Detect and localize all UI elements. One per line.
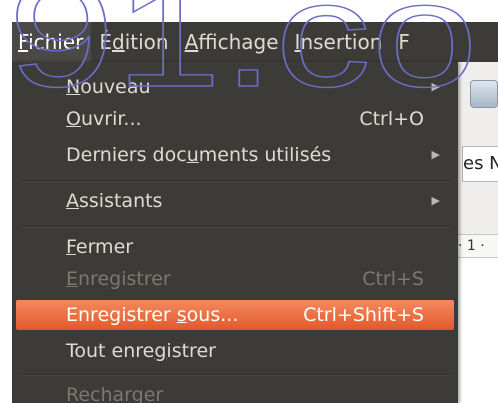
menu-item-tout-enregistrer-label: Tout enregistrer <box>66 336 216 366</box>
paragraph-style-combo[interactable]: es N <box>462 146 498 182</box>
menu-item-enregistrer-sous[interactable]: Enregistrer sous... Ctrl+Shift+S <box>16 300 454 330</box>
menu-item-enregistrer-sous-mnemonic: s <box>176 304 187 326</box>
menu-item-fermer-rest: ermer <box>75 236 134 258</box>
menu-fichier-label: ichier <box>28 30 84 54</box>
menu-item-enregistrer-sous-rest: ous... <box>186 304 239 326</box>
menu-item-enregistrer-accel: Ctrl+S <box>362 268 424 290</box>
menu-item-assistants-label: Assistants <box>66 186 162 216</box>
menu-item-nouveau-mnemonic: N <box>66 76 81 98</box>
menu-format-mnemonic: F <box>398 30 410 54</box>
menu-item-recharger-label: Recharger <box>66 380 163 403</box>
menu-item-assistants-rest: ssistants <box>79 190 163 212</box>
menu-item-enregistrer: Enregistrer Ctrl+S <box>16 264 454 294</box>
menu-edition-mnemonic: d <box>112 30 125 54</box>
menu-item-ouvrir-accel: Ctrl+O <box>359 108 424 130</box>
menu-bar: Fichier Édition Affichage Insertion F <box>12 22 498 62</box>
submenu-arrow-icon: ▶ <box>431 80 440 93</box>
document-page[interactable] <box>458 258 498 403</box>
menu-item-tout-enregistrer-rest: istrer <box>166 340 216 362</box>
menu-item-tout-enregistrer[interactable]: Tout enregistrer <box>16 336 454 366</box>
file-menu-dropdown: Nouveau ▶ Ouvrir... Ctrl+O Derniers docu… <box>12 62 458 403</box>
menu-separator <box>22 180 450 182</box>
menu-item-derniers-documents-mnemonic: u <box>186 144 199 166</box>
menu-item-nouveau[interactable]: Nouveau ▶ <box>16 72 454 102</box>
menu-fichier[interactable]: Fichier <box>12 22 92 62</box>
menu-item-derniers-documents-label: Derniers documents utilisés <box>66 140 331 170</box>
menu-item-fermer[interactable]: Fermer <box>16 232 454 262</box>
menu-fichier-mnemonic: F <box>18 30 29 54</box>
menu-item-assistants-mnemonic: A <box>66 190 79 212</box>
menu-item-nouveau-label: Nouveau <box>66 72 151 102</box>
menu-insertion-label: nsertion <box>300 30 383 54</box>
menu-item-ouvrir-label: Ouvrir... <box>66 104 142 134</box>
menu-separator <box>22 226 450 228</box>
submenu-arrow-icon: ▶ <box>431 194 440 207</box>
menu-item-fermer-mnemonic: F <box>66 236 76 258</box>
menu-item-enregistrer-sous-label: Enregistrer sous... <box>66 300 238 330</box>
menu-item-nouveau-rest: ouveau <box>80 76 151 98</box>
menu-item-enregistrer-rest: nregistrer <box>78 268 171 290</box>
menu-insertion[interactable]: Insertion <box>287 22 391 62</box>
menu-item-enregistrer-sous-accel: Ctrl+Shift+S <box>303 304 424 326</box>
menu-item-enregistrer-mnemonic: E <box>66 268 79 290</box>
menu-edition-prefix: É <box>99 30 113 54</box>
menu-format[interactable]: F <box>390 22 418 62</box>
menu-item-ouvrir[interactable]: Ouvrir... Ctrl+O <box>16 104 454 134</box>
submenu-arrow-icon: ▶ <box>431 148 440 161</box>
menu-affichage[interactable]: Affichage <box>177 22 287 62</box>
menu-affichage-label: ffichage <box>198 30 279 54</box>
ruler: · 1 · <box>458 234 498 258</box>
menu-item-derniers-documents-rest: ments utilisés <box>198 144 332 166</box>
menu-item-recharger-prefix: Recharger <box>66 384 164 403</box>
menu-item-recharger: Recharger <box>16 380 454 403</box>
menu-item-assistants[interactable]: Assistants ▶ <box>16 186 454 216</box>
find-icon[interactable] <box>470 80 498 108</box>
menu-item-tout-enregistrer-mnemonic: g <box>154 340 167 362</box>
screen: Fichier Édition Affichage Insertion F es… <box>0 0 498 403</box>
menu-item-ouvrir-mnemonic: O <box>66 108 81 130</box>
menu-item-enregistrer-label: Enregistrer <box>66 264 171 294</box>
menu-item-fermer-label: Fermer <box>66 232 133 262</box>
menu-affichage-mnemonic: A <box>184 30 199 54</box>
menu-item-derniers-documents-prefix: Derniers doc <box>66 144 187 166</box>
menu-edition-label: ition <box>124 30 169 54</box>
menu-item-ouvrir-rest: uvrir... <box>80 108 142 130</box>
menu-separator <box>22 374 450 376</box>
menu-item-enregistrer-sous-prefix: Enregistrer <box>66 304 177 326</box>
menu-item-derniers-documents[interactable]: Derniers documents utilisés ▶ <box>16 140 454 170</box>
menu-item-tout-enregistrer-prefix: Tout enre <box>66 340 155 362</box>
menu-edition[interactable]: Édition <box>91 22 176 62</box>
